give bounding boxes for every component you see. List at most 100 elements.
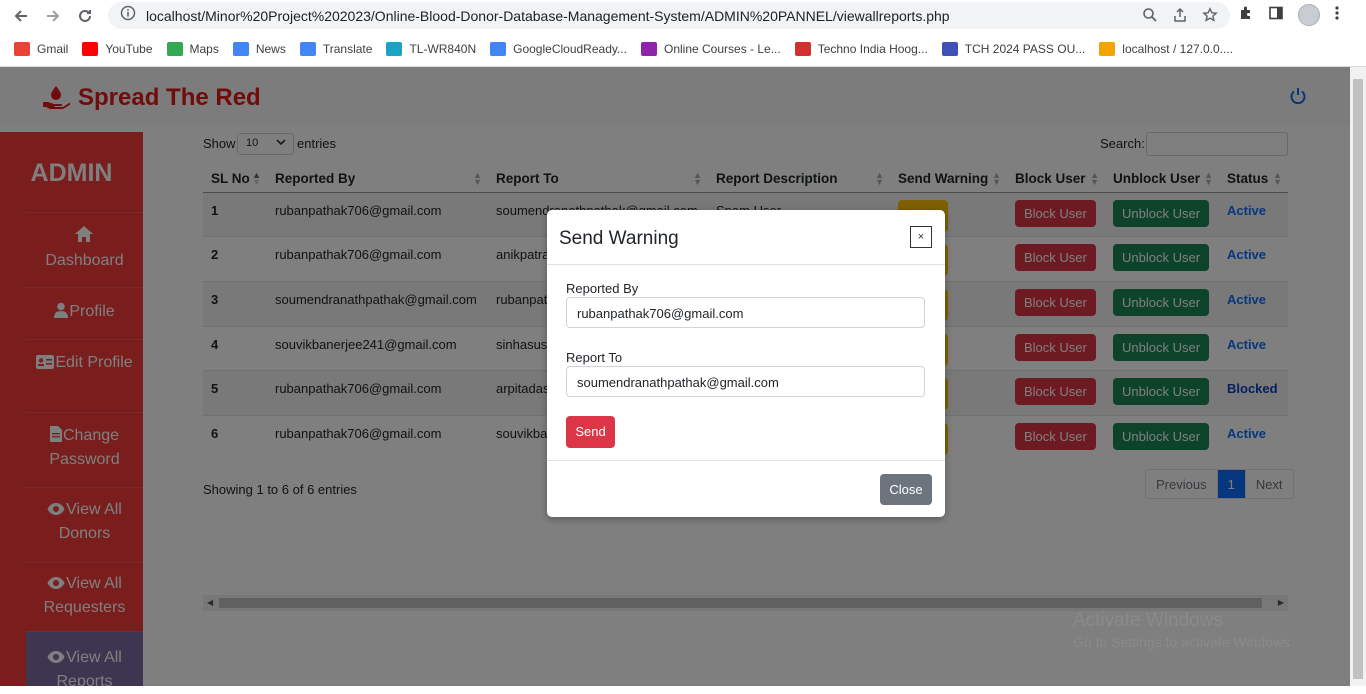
bookmark-label: Gmail: [37, 42, 69, 56]
unblock-user-button[interactable]: Unblock User: [1113, 333, 1210, 361]
scroll-thumb[interactable]: [219, 598, 1262, 608]
unblock-user-button[interactable]: Unblock User: [1113, 378, 1210, 406]
column-header-send-warning[interactable]: Send Warning ▲ ▼: [890, 166, 1007, 193]
bookmark-label: TL-WR840N: [409, 42, 477, 56]
cell-reported-by: rubanpathak706@gmail.com: [267, 191, 488, 237]
menu-kebab-icon[interactable]: [1334, 5, 1340, 26]
bookmark-item[interactable]: YouTube: [82, 42, 153, 56]
sidebar-item-label: Edit Profile: [55, 354, 133, 371]
bookmarks-bar: Gmail YouTube Maps News Translate TL-WR840N Go…: [0, 36, 1366, 62]
share-icon[interactable]: [1172, 7, 1188, 28]
cell-unblock-user: Unblock User: [1105, 370, 1219, 416]
bookmark-item[interactable]: Maps: [166, 42, 219, 56]
table-info: Showing 1 to 6 of 6 entries: [203, 482, 357, 497]
reload-icon[interactable]: [73, 4, 97, 28]
brand-logo[interactable]: Spread The Red: [42, 84, 261, 112]
bookmark-item[interactable]: Gmail: [14, 42, 68, 56]
scroll-right-icon[interactable]: ▶: [1278, 598, 1284, 607]
sidebar-item-label: Profile: [69, 303, 115, 320]
scroll-thumb[interactable]: [1353, 79, 1363, 679]
cell-unblock-user: Unblock User: [1105, 191, 1219, 237]
column-header-report-description[interactable]: Report Description ▲ ▼: [708, 166, 890, 193]
sidebar-item-view-all-reports[interactable]: View All Reports: [26, 631, 143, 690]
cell-sl-no: 1: [203, 191, 267, 237]
close-icon[interactable]: ×: [910, 226, 932, 248]
report-to-label: Report To: [566, 350, 623, 365]
column-header-unblock-user[interactable]: Unblock User ▲ ▼: [1105, 166, 1219, 193]
send-warning-modal: Send Warning × Reported By rubanpathak70…: [547, 210, 945, 517]
reported-by-field[interactable]: rubanpathak706@gmail.com: [566, 297, 925, 328]
block-user-button[interactable]: Block User: [1015, 333, 1096, 361]
bookmark-star-icon[interactable]: [1202, 7, 1218, 28]
bookmark-item[interactable]: Online Courses - Le...: [640, 42, 781, 56]
sidebar-item-dashboard[interactable]: Dashboard: [26, 212, 143, 284]
bookmark-favicon-icon: [166, 42, 183, 56]
bookmark-favicon-icon: [941, 42, 958, 56]
zoom-icon[interactable]: [1142, 7, 1158, 28]
search-input[interactable]: [1146, 132, 1288, 156]
bookmark-item[interactable]: Translate: [299, 42, 372, 56]
cell-block-user: Block User: [1007, 191, 1105, 237]
column-header-block-user[interactable]: Block User ▲ ▼: [1007, 166, 1105, 193]
bookmark-item[interactable]: localhost / 127.0.0....: [1099, 42, 1233, 56]
block-user-button[interactable]: Block User: [1015, 288, 1096, 316]
table-controls: Show 10 entries Search:: [203, 132, 1288, 158]
sidebar-item-view-all-requesters[interactable]: View All Requesters: [26, 562, 143, 632]
bookmark-item[interactable]: TCH 2024 PASS OU...: [941, 42, 1085, 56]
sidebar-item-edit-profile[interactable]: Edit Profile: [26, 339, 143, 409]
sort-icon: ▲ ▼: [473, 170, 482, 187]
block-user-button[interactable]: Block User: [1015, 378, 1096, 406]
vertical-scrollbar[interactable]: [1350, 67, 1366, 686]
search-label: Search:: [1100, 136, 1145, 151]
modal-title: Send Warning: [559, 228, 679, 249]
bookmark-item[interactable]: GoogleCloudReady...: [490, 42, 627, 56]
bookmark-favicon-icon: [640, 42, 657, 56]
browser-toolbar: localhost/Minor%20Project%202023/Online-…: [0, 0, 1366, 32]
unblock-user-button[interactable]: Unblock User: [1113, 422, 1210, 450]
sidebar-item-view-all-donors[interactable]: View All Donors: [26, 487, 143, 559]
power-icon[interactable]: [1288, 86, 1308, 111]
bookmark-label: GoogleCloudReady...: [513, 42, 627, 56]
bookmark-favicon-icon: [794, 42, 811, 56]
watermark-subtitle: Go to Settings to activate Windows.: [1073, 634, 1294, 650]
pagination-next[interactable]: Next: [1245, 470, 1293, 498]
unblock-user-button[interactable]: Unblock User: [1113, 199, 1210, 227]
column-header-status[interactable]: Status ▲ ▼: [1219, 166, 1288, 193]
pagination-page[interactable]: 1: [1217, 470, 1246, 498]
windows-activation-watermark: Activate Windows Go to Settings to activ…: [1073, 610, 1294, 650]
sidebar-item-profile[interactable]: Profile: [26, 287, 143, 339]
eye-icon: [47, 577, 65, 589]
column-header-report-to[interactable]: Report To ▲ ▼: [488, 166, 708, 193]
address-bar[interactable]: localhost/Minor%20Project%202023/Online-…: [108, 2, 1230, 29]
bookmark-item[interactable]: Techno India Hoog...: [794, 42, 928, 56]
forward-icon[interactable]: [41, 4, 65, 28]
pagination-previous[interactable]: Previous: [1146, 470, 1218, 498]
page-size-select[interactable]: 10: [237, 133, 294, 155]
block-user-button[interactable]: Block User: [1015, 244, 1096, 272]
sidebar-item-label: View All Donors: [58, 501, 122, 542]
profile-avatar[interactable]: [1298, 4, 1320, 26]
report-to-field[interactable]: soumendranathpathak@gmail.com: [566, 366, 925, 397]
horizontal-scrollbar[interactable]: ◀ ▶: [203, 595, 1288, 611]
home-icon: [75, 226, 93, 242]
side-panel-icon[interactable]: [1268, 5, 1284, 26]
back-icon[interactable]: [9, 4, 33, 28]
file-icon: [49, 426, 62, 442]
column-header-reported-by[interactable]: Reported By ▲ ▼: [267, 166, 488, 193]
cell-unblock-user: Unblock User: [1105, 414, 1219, 461]
scroll-left-icon[interactable]: ◀: [207, 598, 213, 607]
block-user-button[interactable]: Block User: [1015, 422, 1096, 450]
bookmark-item[interactable]: News: [232, 42, 286, 56]
column-header-sl-no[interactable]: SL No ▲ ▼: [203, 166, 267, 193]
unblock-user-button[interactable]: Unblock User: [1113, 288, 1210, 316]
block-user-button[interactable]: Block User: [1015, 199, 1096, 227]
bookmark-favicon-icon: [82, 42, 99, 56]
extensions-icon[interactable]: [1238, 5, 1254, 26]
close-button[interactable]: Close: [880, 474, 932, 505]
site-info-icon[interactable]: [120, 5, 136, 26]
sidebar-title: ADMIN: [30, 159, 113, 187]
bookmark-item[interactable]: TL-WR840N: [386, 42, 476, 56]
sidebar-item-change-password[interactable]: Change Password: [26, 412, 143, 484]
send-button[interactable]: Send: [566, 416, 615, 448]
unblock-user-button[interactable]: Unblock User: [1113, 244, 1210, 272]
